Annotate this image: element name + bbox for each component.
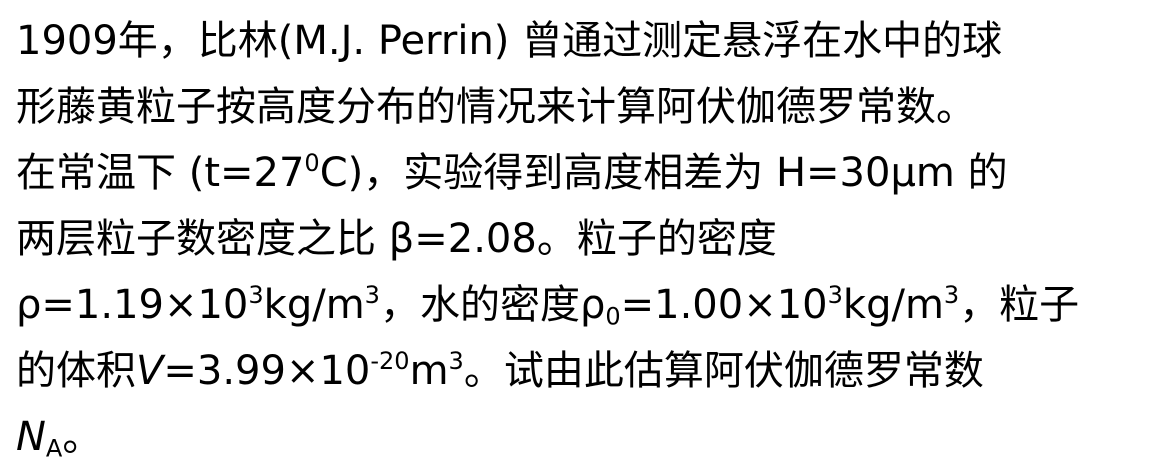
temperature-text: 在常温下 (t=27 bbox=[16, 150, 305, 196]
problem-line-3: 在常温下 (t=270C)，实验得到高度相差为 H=30μm 的 bbox=[16, 140, 1161, 206]
degree-superscript: 0 bbox=[304, 149, 320, 178]
unit-text: kg/m bbox=[842, 282, 944, 328]
problem-line-1: 1909年，比林(M.J. Perrin) 曾通过测定悬浮在水中的球 bbox=[16, 18, 1003, 64]
problem-text: 1909年，比林(M.J. Perrin) 曾通过测定悬浮在水中的球 形藤黄粒子… bbox=[16, 8, 1161, 470]
height-difference-text: C)，实验得到高度相差为 H=30μm 的 bbox=[319, 150, 1008, 196]
avogadro-variable: N bbox=[16, 414, 46, 460]
unit-text: m bbox=[409, 348, 449, 394]
exponent: 3 bbox=[827, 281, 843, 310]
problem-line-4: 两层粒子数密度之比 β=2.08。粒子的密度 bbox=[16, 216, 777, 262]
exponent: -20 bbox=[370, 347, 410, 376]
volume-value: =3.99×10 bbox=[163, 348, 371, 394]
problem-line-5: ρ=1.19×103kg/m3，水的密度ρ0=1.00×103kg/m3，粒子 bbox=[16, 272, 1161, 338]
unit-text: kg/m bbox=[263, 282, 365, 328]
exponent: 3 bbox=[448, 347, 464, 376]
problem-line-6: 的体积V=3.99×10-20m3。试由此估算阿伏伽德罗常数 bbox=[16, 338, 1161, 404]
avogadro-subscript: A bbox=[45, 434, 63, 463]
water-density-value: =1.00×10 bbox=[620, 282, 828, 328]
water-density-label: ，水的密度ρ bbox=[379, 282, 606, 328]
problem-line-7: NA。 bbox=[16, 404, 1161, 470]
rho-subscript: 0 bbox=[605, 302, 621, 331]
exponent: 3 bbox=[943, 281, 960, 310]
particle-text: ，粒子 bbox=[959, 282, 1080, 328]
exponent: 3 bbox=[248, 281, 264, 310]
exponent: 3 bbox=[364, 281, 380, 310]
volume-label: 的体积 bbox=[16, 348, 136, 394]
period: 。 bbox=[62, 414, 103, 460]
task-text: 。试由此估算阿伏伽德罗常数 bbox=[463, 348, 984, 394]
volume-variable: V bbox=[136, 348, 164, 394]
problem-line-2: 形藤黄粒子按高度分布的情况来计算阿伏伽德罗常数。 bbox=[16, 84, 976, 130]
particle-density-value: ρ=1.19×10 bbox=[16, 282, 249, 328]
